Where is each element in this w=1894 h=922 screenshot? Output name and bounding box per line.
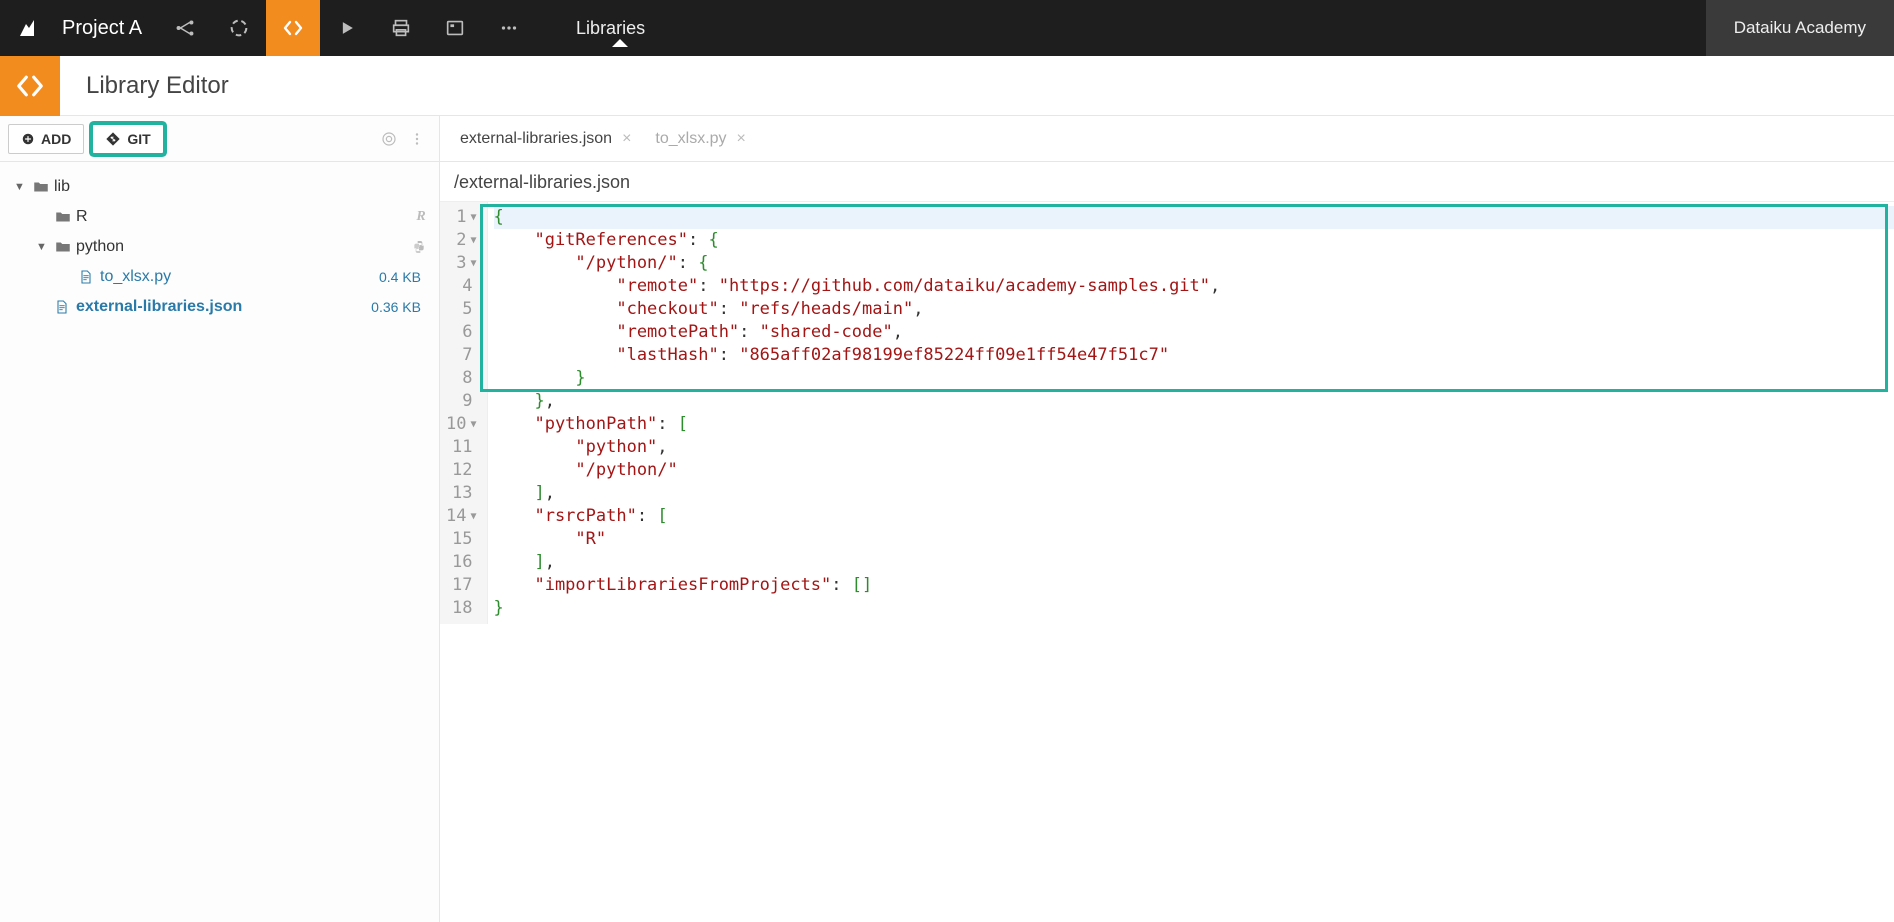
- code-line[interactable]: ],: [494, 551, 1894, 574]
- code-line[interactable]: }: [494, 367, 1894, 390]
- fold-icon[interactable]: ▼: [470, 229, 476, 252]
- add-button[interactable]: ADD: [8, 124, 84, 154]
- section-icon: [0, 56, 60, 116]
- tree-folder-python[interactable]: ▼ python: [8, 232, 431, 262]
- code-line[interactable]: }: [494, 597, 1894, 620]
- code-line[interactable]: "remotePath": "shared-code",: [494, 321, 1894, 344]
- topbar-tab-title[interactable]: Libraries: [576, 18, 645, 39]
- folder-icon: [54, 208, 76, 226]
- file-tab-label: to_xlsx.py: [655, 130, 726, 148]
- code-line[interactable]: "checkout": "refs/heads/main",: [494, 298, 1894, 321]
- code-line[interactable]: "remote": "https://github.com/dataiku/ac…: [494, 275, 1894, 298]
- line-gutter: 1▼ 2▼ 3▼ 4 5 6 7 8 9 10▼ 11 12 13 14▼ 15: [440, 202, 488, 624]
- fold-icon[interactable]: ▼: [470, 413, 476, 436]
- folder-icon: [54, 238, 76, 256]
- tree-file-to-xlsx[interactable]: to_xlsx.py 0.4 KB: [8, 262, 431, 292]
- code-line[interactable]: "pythonPath": [: [494, 413, 1894, 436]
- close-icon[interactable]: ×: [622, 130, 631, 148]
- dashboard-icon[interactable]: [428, 0, 482, 56]
- code-editor[interactable]: 1▼ 2▼ 3▼ 4 5 6 7 8 9 10▼ 11 12 13 14▼ 15: [440, 202, 1894, 922]
- fold-icon[interactable]: ▼: [470, 505, 476, 528]
- circle-icon[interactable]: [212, 0, 266, 56]
- code-line[interactable]: "importLibrariesFromProjects": []: [494, 574, 1894, 597]
- tree-folder-r[interactable]: R R: [8, 202, 431, 232]
- code-lines[interactable]: { "gitReferences": { "/python/": { "remo…: [488, 202, 1894, 624]
- file-tab-to-xlsx[interactable]: to_xlsx.py ×: [645, 123, 755, 155]
- sidebar: ADD GIT ▼ lib R R: [0, 116, 440, 922]
- top-bar: Project A Libraries Dataiku Academy: [0, 0, 1894, 56]
- tree-label: to_xlsx.py: [100, 268, 351, 286]
- python-lang-icon: [411, 239, 431, 255]
- code-line[interactable]: "gitReferences": {: [494, 229, 1894, 252]
- tree-label: lib: [54, 178, 431, 196]
- target-icon[interactable]: [375, 125, 403, 153]
- page-title: Library Editor: [60, 72, 229, 100]
- tab-marker-icon: [612, 39, 628, 47]
- git-button[interactable]: GIT: [92, 124, 163, 154]
- file-icon: [78, 269, 100, 285]
- flow-icon[interactable]: [158, 0, 212, 56]
- print-icon[interactable]: [374, 0, 428, 56]
- code-line[interactable]: "R": [494, 528, 1894, 551]
- second-bar: Library Editor: [0, 56, 1894, 116]
- file-size: 0.36 KB: [351, 299, 431, 315]
- tree-folder-lib[interactable]: ▼ lib: [8, 172, 431, 202]
- file-icon: [54, 299, 76, 315]
- file-path: /external-libraries.json: [440, 162, 1894, 202]
- app-logo[interactable]: [0, 0, 56, 56]
- user-area[interactable]: Dataiku Academy: [1706, 0, 1894, 56]
- code-line[interactable]: "lastHash": "865aff02af98199ef85224ff09e…: [494, 344, 1894, 367]
- editor-pane: external-libraries.json × to_xlsx.py × /…: [440, 116, 1894, 922]
- tree-file-external-libraries[interactable]: external-libraries.json 0.36 KB: [8, 292, 431, 322]
- code-line[interactable]: "python",: [494, 436, 1894, 459]
- git-label: GIT: [127, 131, 150, 147]
- caret-down-icon: ▼: [36, 241, 54, 253]
- code-line[interactable]: "rsrcPath": [: [494, 505, 1894, 528]
- file-tab-label: external-libraries.json: [460, 130, 612, 148]
- code-icon[interactable]: [266, 0, 320, 56]
- file-tab-external-libraries[interactable]: external-libraries.json ×: [450, 123, 641, 155]
- close-icon[interactable]: ×: [737, 130, 746, 148]
- git-icon: [105, 131, 121, 147]
- plus-circle-icon: [21, 132, 35, 146]
- more-icon[interactable]: [482, 0, 536, 56]
- fold-icon[interactable]: ▼: [470, 206, 476, 229]
- project-name[interactable]: Project A: [56, 17, 158, 40]
- file-size: 0.4 KB: [351, 269, 431, 285]
- add-label: ADD: [41, 131, 71, 147]
- tree-label: R: [76, 208, 411, 226]
- code-line[interactable]: "/python/": [494, 459, 1894, 482]
- r-lang-icon: R: [411, 209, 431, 225]
- tree-label: external-libraries.json: [76, 298, 351, 316]
- sidebar-toolbar: ADD GIT: [0, 116, 439, 162]
- caret-down-icon: ▼: [14, 181, 32, 193]
- tree-label: python: [76, 238, 411, 256]
- code-line[interactable]: {: [494, 206, 1894, 229]
- fold-icon[interactable]: ▼: [470, 252, 476, 275]
- file-tabstrip: external-libraries.json × to_xlsx.py ×: [440, 116, 1894, 162]
- folder-icon: [32, 178, 54, 196]
- kebab-icon[interactable]: [403, 125, 431, 153]
- code-line[interactable]: },: [494, 390, 1894, 413]
- code-line[interactable]: ],: [494, 482, 1894, 505]
- code-line[interactable]: "/python/": {: [494, 252, 1894, 275]
- file-tree: ▼ lib R R ▼ python to_xlsx.py 0.4 KB: [0, 162, 439, 332]
- play-icon[interactable]: [320, 0, 374, 56]
